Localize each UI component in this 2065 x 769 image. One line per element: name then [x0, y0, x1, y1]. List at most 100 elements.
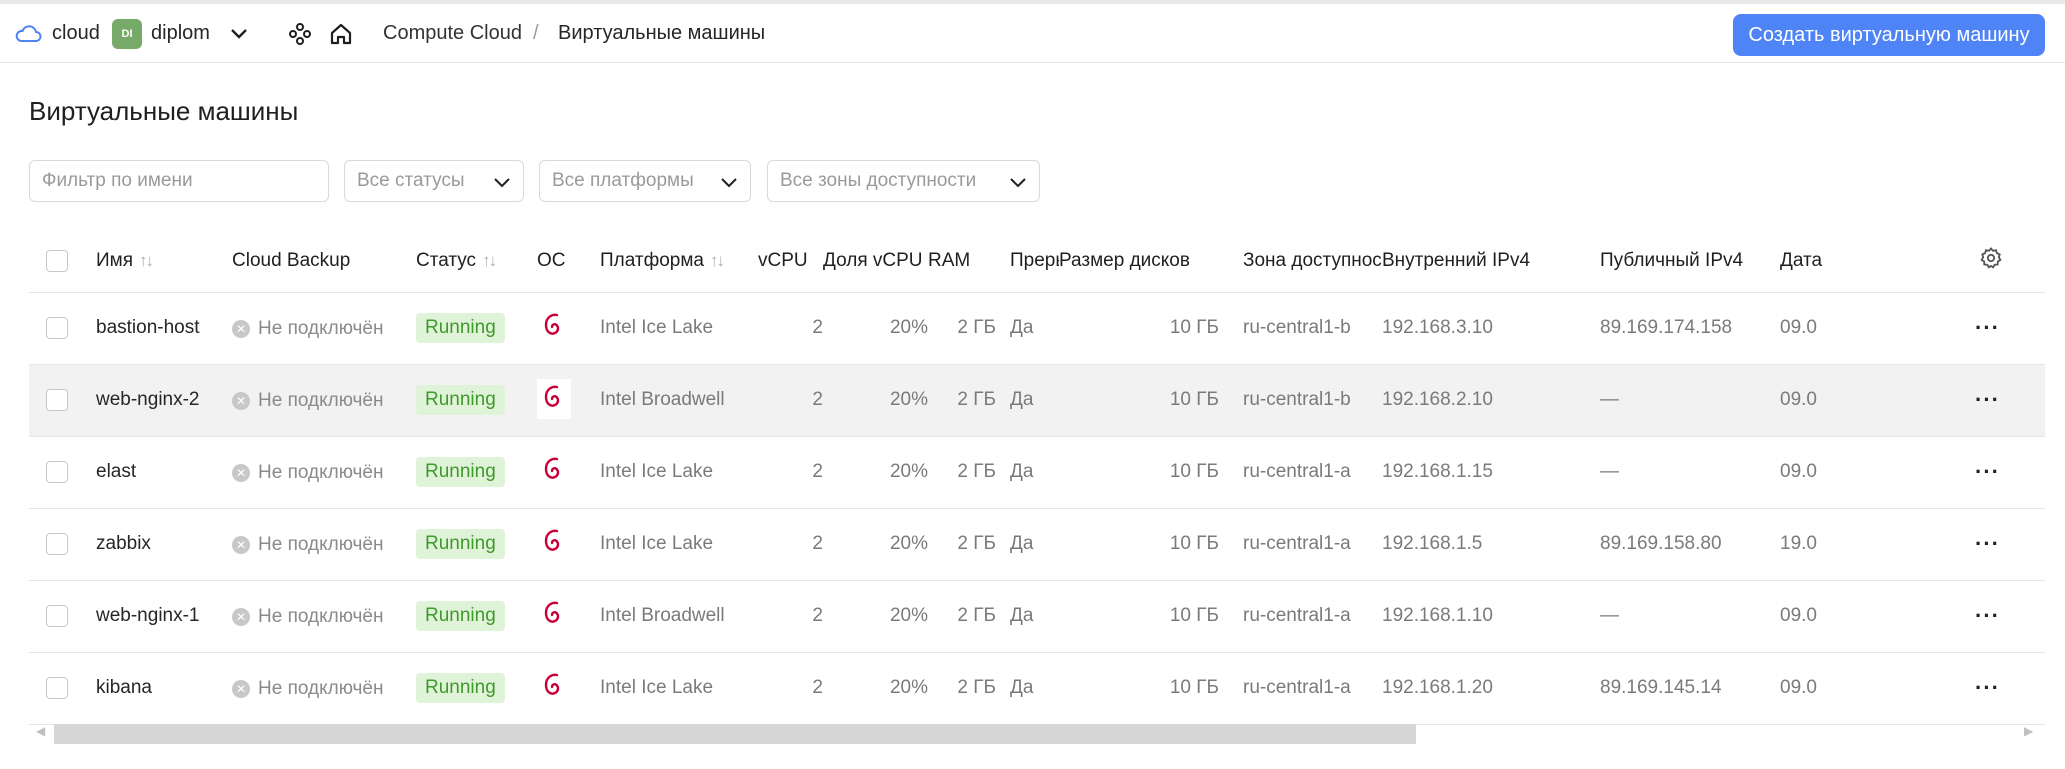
table-row[interactable]: bastion-host ✕ Не подключён Running Intel… — [29, 292, 2045, 365]
cloud-icon[interactable] — [14, 4, 42, 63]
disk-cell: 10 ГБ — [1059, 436, 1219, 509]
more-dots-icon[interactable]: ··· — [1975, 315, 2000, 340]
disk-cell: 10 ГБ — [1059, 364, 1219, 437]
zone-cell: ru-central1-b — [1219, 292, 1382, 365]
home-icon[interactable] — [329, 4, 353, 63]
vm-name[interactable]: kibana — [96, 652, 232, 725]
status-badge: Running — [416, 601, 505, 631]
breadcrumb-service[interactable]: Compute Cloud — [383, 4, 522, 63]
row-actions-cell[interactable]: ··· — [1975, 508, 2045, 581]
select-all-cell[interactable] — [29, 230, 96, 293]
more-dots-icon[interactable]: ··· — [1975, 531, 2000, 556]
column-header-status[interactable]: Статус ↑↓ — [416, 230, 537, 293]
chevron-down-icon — [1009, 173, 1027, 195]
chevron-down-icon[interactable] — [230, 4, 248, 63]
ram-cell: 2 ГБ — [928, 508, 996, 581]
internal-ip-cell: 192.168.1.15 — [1382, 436, 1600, 509]
row-select-cell[interactable] — [29, 292, 96, 365]
more-dots-icon[interactable]: ··· — [1975, 387, 2000, 412]
column-settings-cell[interactable] — [1975, 230, 2045, 293]
column-label: ОС — [537, 249, 566, 271]
zone-cell: ru-central1-a — [1219, 436, 1382, 509]
scrollbar-thumb[interactable] — [54, 724, 1416, 744]
column-header-name[interactable]: Имя ↑↓ — [96, 230, 232, 293]
row-checkbox[interactable] — [46, 460, 68, 483]
vcpu-cell: 2 — [758, 436, 823, 509]
row-select-cell[interactable] — [29, 580, 96, 653]
vm-name[interactable]: web-nginx-2 — [96, 364, 232, 437]
table-row[interactable]: web-nginx-2 ✕ Не подключён Running Intel … — [29, 364, 2045, 437]
row-checkbox[interactable] — [46, 316, 68, 339]
more-dots-icon[interactable]: ··· — [1975, 675, 2000, 700]
vcpu-share-cell: 20% — [823, 580, 928, 653]
cloud-name[interactable]: cloud — [52, 4, 100, 63]
public-ip-cell: 89.169.158.80 — [1600, 508, 1780, 581]
folder-name[interactable]: diplom — [151, 4, 210, 63]
vm-name[interactable]: bastion-host — [96, 292, 232, 365]
row-checkbox[interactable] — [46, 388, 68, 411]
status-cell: Running — [416, 292, 537, 365]
gear-icon[interactable] — [1979, 246, 2003, 270]
row-checkbox[interactable] — [46, 604, 68, 627]
status-filter-value: Все статусы — [357, 170, 465, 191]
sort-icon[interactable]: ↑↓ — [139, 251, 154, 270]
name-filter-input[interactable]: Фильтр по имени — [29, 160, 329, 202]
column-header-vcpu-share: Доля vCPU — [823, 230, 928, 293]
debian-icon — [537, 307, 571, 347]
debian-icon — [537, 595, 571, 635]
scroll-right-icon[interactable]: ▶ — [2024, 724, 2033, 738]
vcpu-share-cell: 20% — [823, 436, 928, 509]
name-filter-placeholder: Фильтр по имени — [42, 170, 193, 191]
os-cell — [537, 292, 600, 365]
table-row[interactable]: zabbix ✕ Не подключён Running Intel Ice L… — [29, 508, 2045, 581]
create-vm-button[interactable]: Создать виртуальную машину — [1733, 14, 2045, 56]
os-cell — [537, 364, 600, 437]
column-header-zone[interactable]: Зона доступности↑↓ — [1219, 230, 1382, 293]
date-cell: 09.0 — [1780, 292, 1975, 365]
zone-cell: ru-central1-a — [1219, 580, 1382, 653]
row-select-cell[interactable] — [29, 652, 96, 725]
row-actions-cell[interactable]: ··· — [1975, 436, 2045, 509]
column-header-backup: Cloud Backup — [232, 230, 416, 293]
row-checkbox[interactable] — [46, 676, 68, 699]
row-actions-cell[interactable]: ··· — [1975, 580, 2045, 653]
backup-status: Не подключён — [258, 605, 384, 627]
ram-cell: 2 ГБ — [928, 436, 996, 509]
scroll-left-icon[interactable]: ◀ — [36, 724, 45, 738]
row-select-cell[interactable] — [29, 436, 96, 509]
column-header-public-ip: Публичный IPv4 — [1600, 230, 1780, 293]
vcpu-cell: 2 — [758, 364, 823, 437]
disk-cell: 10 ГБ — [1059, 292, 1219, 365]
row-select-cell[interactable] — [29, 364, 96, 437]
column-label: Cloud Backup — [232, 249, 351, 271]
internal-ip-cell: 192.168.1.10 — [1382, 580, 1600, 653]
more-dots-icon[interactable]: ··· — [1975, 603, 2000, 628]
row-actions-cell[interactable]: ··· — [1975, 292, 2045, 365]
column-label: Внутренний IPv4 — [1382, 249, 1531, 271]
zone-filter-select[interactable]: Все зоны доступности — [767, 160, 1040, 202]
row-select-cell[interactable] — [29, 508, 96, 581]
column-label: Платформа — [600, 249, 704, 271]
column-header-ram: RAM — [928, 230, 996, 293]
platform-filter-select[interactable]: Все платформы — [539, 160, 751, 202]
row-checkbox[interactable] — [46, 532, 68, 555]
table-row[interactable]: web-nginx-1 ✕ Не подключён Running Intel … — [29, 580, 2045, 653]
vm-name[interactable]: elast — [96, 436, 232, 509]
row-actions-cell[interactable]: ··· — [1975, 652, 2045, 725]
backup-cell: ✕ Не подключён — [232, 364, 416, 437]
column-header-platform[interactable]: Платформа ↑↓ — [600, 230, 758, 293]
row-actions-cell[interactable]: ··· — [1975, 364, 2045, 437]
close-circle-icon: ✕ — [232, 535, 250, 554]
more-dots-icon[interactable]: ··· — [1975, 459, 2000, 484]
services-icon[interactable] — [288, 4, 312, 63]
vm-name[interactable]: zabbix — [96, 508, 232, 581]
sort-icon[interactable]: ↑↓ — [482, 251, 497, 270]
table-row[interactable]: elast ✕ Не подключён Running Intel Ice La… — [29, 436, 2045, 509]
status-filter-select[interactable]: Все статусы — [344, 160, 524, 202]
sort-icon[interactable]: ↑↓ — [710, 251, 725, 270]
preemptible-cell: Да — [996, 580, 1059, 653]
select-all-checkbox[interactable] — [46, 249, 68, 272]
table-row[interactable]: kibana ✕ Не подключён Running Intel Ice L… — [29, 652, 2045, 725]
status-cell: Running — [416, 364, 537, 437]
vm-name[interactable]: web-nginx-1 — [96, 580, 232, 653]
